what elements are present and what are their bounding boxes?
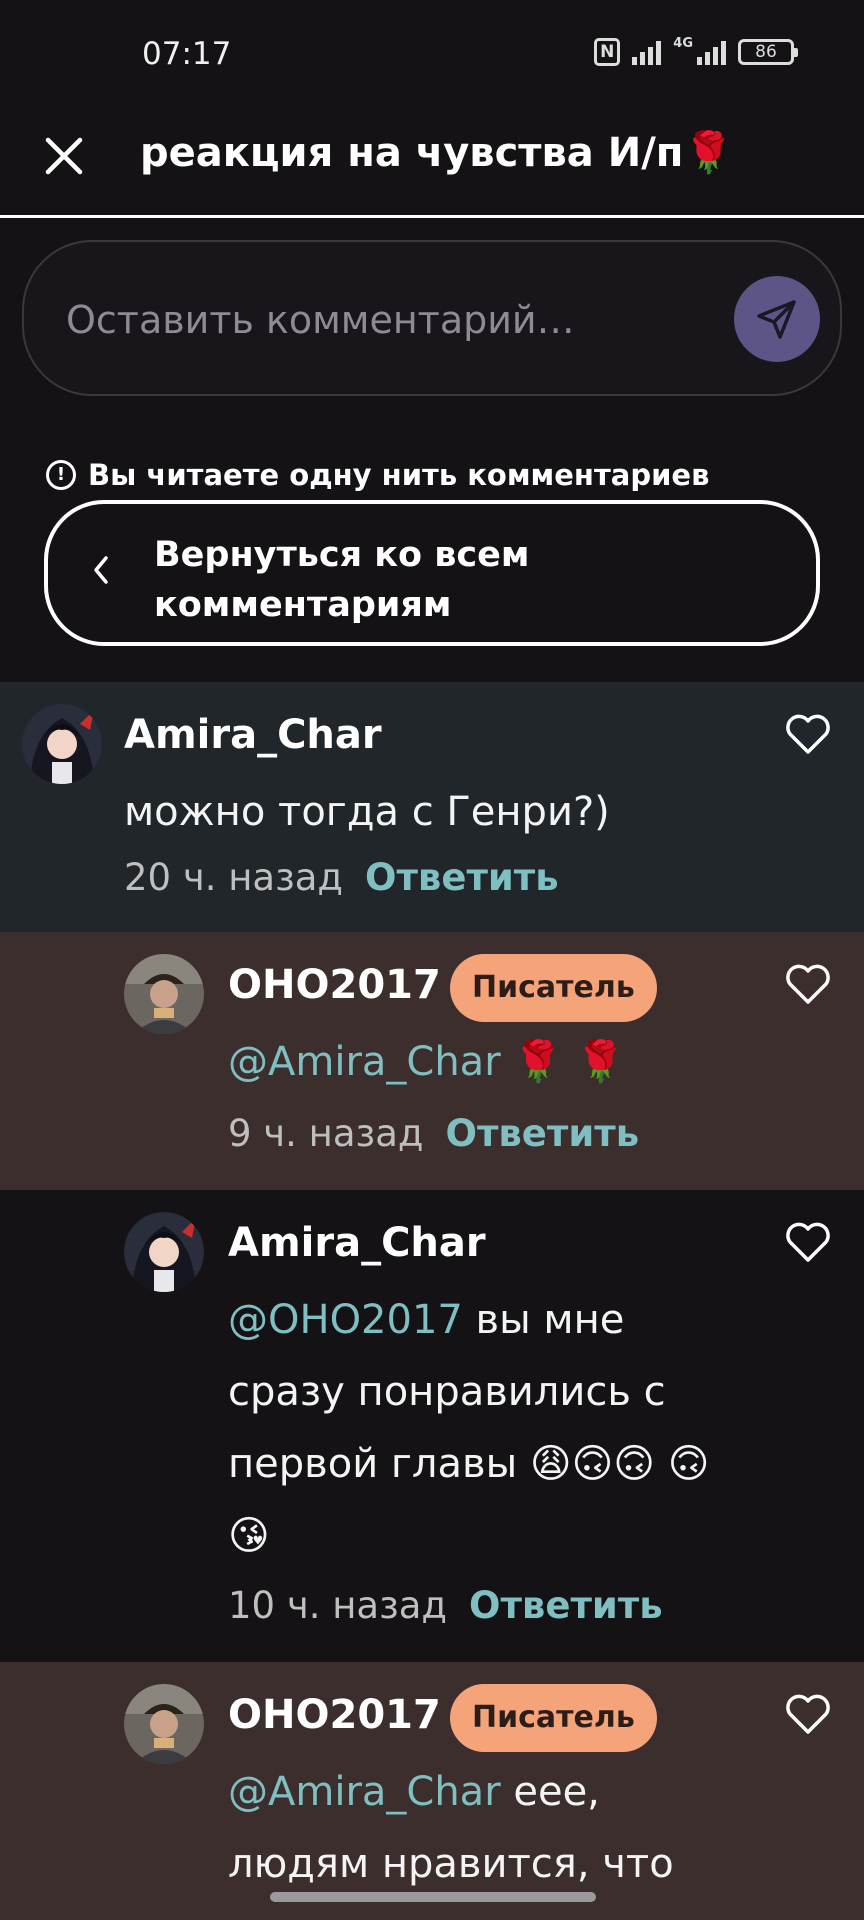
comment-author[interactable]: Amira_Char [228, 1220, 486, 1266]
avatar[interactable] [124, 1684, 204, 1764]
status-icons: N 4G 86 [594, 35, 798, 66]
mention-link[interactable]: @ОНО2017 [228, 1297, 463, 1343]
battery-icon: 86 [738, 39, 798, 65]
comment-meta: 20 ч. назад Ответить [124, 856, 559, 899]
comment-author[interactable]: ОНО2017 [228, 962, 441, 1008]
send-icon [757, 300, 796, 339]
back-to-all-comments-button[interactable]: Вернуться ко всем комментариям [44, 500, 820, 646]
comment-text: @Amira_Char 🌹 🌹 [228, 1026, 828, 1098]
heart-icon[interactable] [784, 962, 832, 1006]
comment-body: можно тогда с Генри?) [124, 789, 610, 835]
back-button-label: Вернуться ко всем комментариям [154, 535, 530, 625]
comment-item: ОНО2017 Писатель @Amira_Char 🌹 🌹 9 ч. на… [0, 932, 864, 1190]
comment-item: ОНО2017 Писатель @Amira_Char еее, людям … [0, 1662, 864, 1920]
writer-badge: Писатель [450, 954, 657, 1022]
comment-meta: 9 ч. назад Ответить [228, 1112, 639, 1155]
status-time: 07:17 [142, 36, 232, 72]
home-indicator[interactable] [270, 1892, 596, 1902]
comment-input[interactable]: Оставить комментарий… [22, 240, 842, 396]
top-bar: реакция на чувства И/п🌹 [0, 110, 864, 218]
thread-note-text: Вы читаете одну нить комментариев [88, 458, 710, 492]
signal-icon-2 [697, 39, 726, 65]
heart-icon[interactable] [784, 1692, 832, 1736]
status-bar: 07:17 N 4G 86 [0, 0, 864, 110]
comment-body: 🌹 🌹 [500, 1039, 626, 1085]
comment-author[interactable]: Amira_Char [124, 712, 382, 758]
battery-level: 86 [755, 42, 777, 62]
comment-input-placeholder: Оставить комментарий… [66, 298, 575, 342]
comment-time: 20 ч. назад [124, 856, 344, 899]
page-title: реакция на чувства И/п🌹 [140, 130, 734, 176]
avatar[interactable] [22, 704, 102, 784]
mention-link[interactable]: @Amira_Char [228, 1769, 501, 1815]
reply-button[interactable]: Ответить [445, 1112, 639, 1155]
comment-author[interactable]: ОНО2017 [228, 1692, 441, 1738]
thread-note: ! Вы читаете одну нить комментариев [46, 458, 709, 492]
writer-badge: Писатель [450, 1684, 657, 1752]
mention-link[interactable]: @Amira_Char [228, 1039, 501, 1085]
info-icon: ! [46, 460, 76, 490]
network-type: 4G [673, 35, 693, 51]
reply-button[interactable]: Ответить [365, 856, 559, 899]
comment-time: 10 ч. назад [228, 1584, 448, 1627]
comment-text: @ОНО2017 вы мне сразу понравились с перв… [228, 1284, 728, 1572]
heart-icon[interactable] [784, 712, 832, 756]
comment-time: 9 ч. назад [228, 1112, 424, 1155]
close-button[interactable] [36, 128, 92, 184]
comment-item: Amira_Char @ОНО2017 вы мне сразу понрави… [0, 1190, 864, 1662]
comment-item: Amira_Char можно тогда с Генри?) 20 ч. н… [0, 682, 864, 932]
reply-button[interactable]: Ответить [469, 1584, 663, 1627]
avatar[interactable] [124, 1212, 204, 1292]
signal-icon [632, 39, 662, 65]
comment-meta: 10 ч. назад Ответить [228, 1584, 663, 1627]
close-icon [45, 137, 83, 175]
nfc-icon: N [594, 38, 621, 66]
chevron-left-icon [94, 556, 108, 584]
avatar[interactable] [124, 954, 204, 1034]
heart-icon[interactable] [784, 1220, 832, 1264]
comment-text: можно тогда с Генри?) [124, 776, 804, 848]
send-button[interactable] [734, 276, 820, 362]
